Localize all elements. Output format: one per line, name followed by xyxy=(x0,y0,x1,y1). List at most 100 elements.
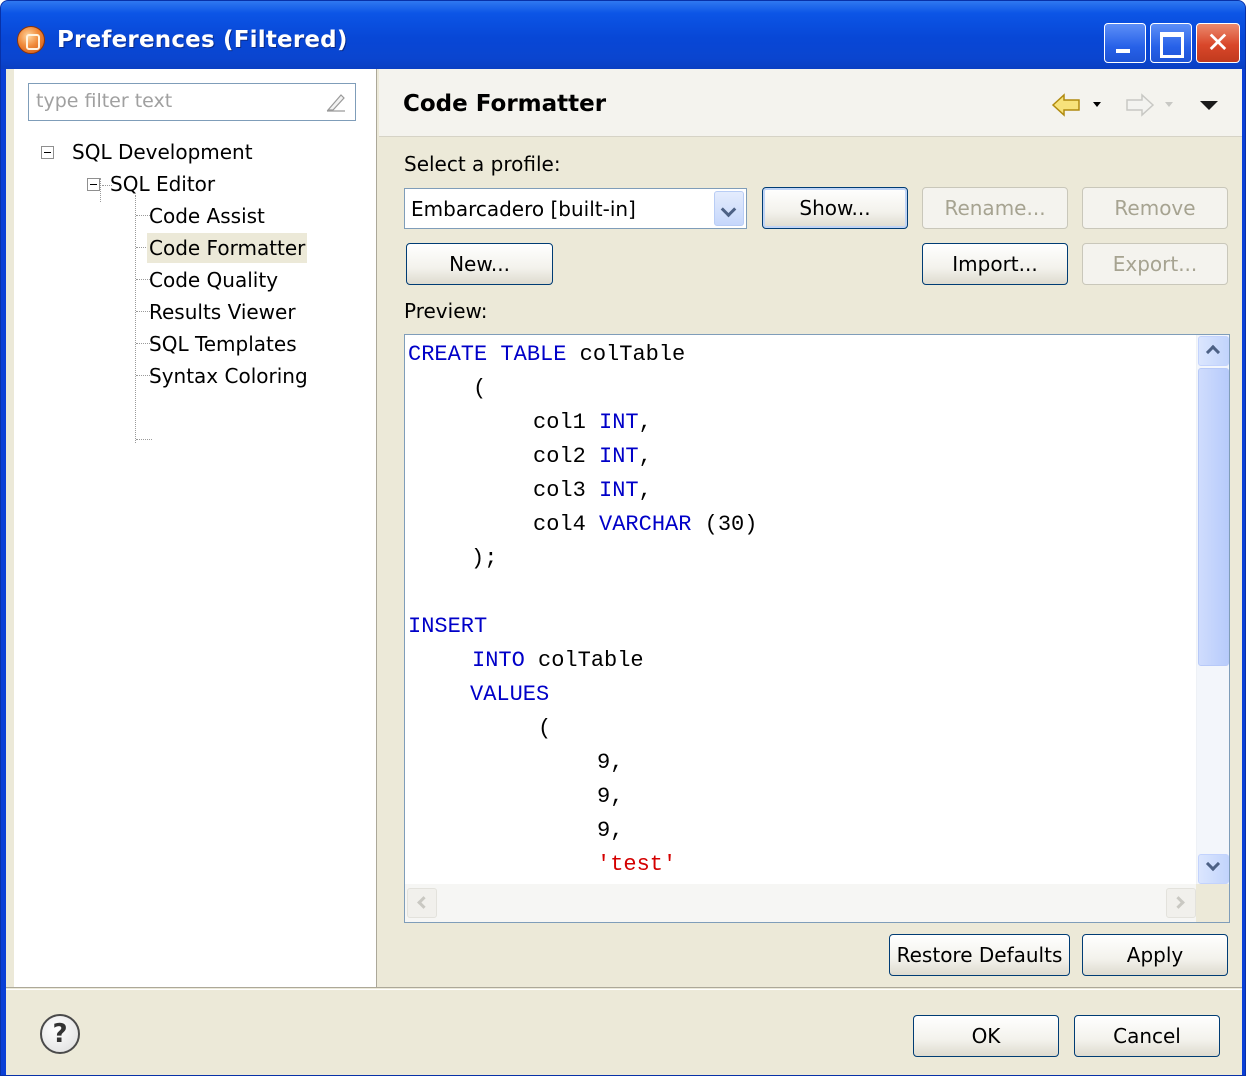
sql-text: ( xyxy=(538,716,552,741)
rename-button[interactable]: Rename... xyxy=(922,187,1068,229)
preview-pane[interactable]: CREATE TABLE colTable(col1 INT, col2 INT,… xyxy=(404,334,1230,923)
view-menu-icon xyxy=(1200,101,1218,110)
sql-text: col3 xyxy=(533,478,600,503)
sql-text: , xyxy=(638,478,652,503)
tree-item-sql-templates[interactable]: SQL Templates xyxy=(147,329,299,359)
page-header: Code Formatter xyxy=(379,69,1242,137)
sql-keyword: INSERT xyxy=(408,614,488,639)
collapse-toggle-icon[interactable] xyxy=(41,146,54,159)
restore-defaults-button[interactable]: Restore Defaults xyxy=(889,934,1070,976)
code-line: 9, xyxy=(597,747,623,779)
sql-text: 9, xyxy=(597,784,624,809)
back-button[interactable] xyxy=(1051,91,1107,119)
filter-input[interactable] xyxy=(29,84,319,118)
remove-button[interactable]: Remove xyxy=(1082,187,1228,229)
code-line: INSERT xyxy=(408,611,487,643)
tree-item-code-quality[interactable]: Code Quality xyxy=(147,265,280,295)
apply-button[interactable]: Apply xyxy=(1082,934,1228,976)
title-bar[interactable]: Preferences (Filtered) ✕ xyxy=(1,1,1245,69)
minimize-button[interactable] xyxy=(1104,23,1146,63)
sql-text: col1 xyxy=(533,410,600,435)
sql-text: 9, xyxy=(597,818,624,843)
dialog-client-area: SQL Development SQL Editor Code Assist C… xyxy=(6,69,1242,1075)
horizontal-scrollbar[interactable] xyxy=(405,884,1198,922)
view-menu-button[interactable] xyxy=(1197,91,1221,119)
sql-keyword: INT xyxy=(599,444,639,469)
help-icon[interactable]: ? xyxy=(40,1014,80,1054)
code-line: 'test' xyxy=(597,849,676,881)
code-line: col2 INT, xyxy=(533,441,652,473)
preference-page: Code Formatter Select a profile: Embarca… xyxy=(379,69,1242,987)
new-button[interactable]: New... xyxy=(406,243,553,285)
profile-select-value: Embarcadero [built-in] xyxy=(411,197,636,221)
sql-text: , xyxy=(638,444,652,469)
preference-tree-pane: SQL Development SQL Editor Code Assist C… xyxy=(14,69,376,987)
sql-text: colTable xyxy=(566,342,686,367)
chevron-up-icon xyxy=(1205,344,1221,360)
sql-text: ( xyxy=(473,376,487,401)
tree-item-syntax-coloring[interactable]: Syntax Coloring xyxy=(147,361,310,391)
app-icon xyxy=(17,26,45,54)
code-line: INTO colTable xyxy=(472,645,644,677)
window-title: Preferences (Filtered) xyxy=(57,27,348,53)
cancel-button[interactable]: Cancel xyxy=(1074,1015,1220,1057)
preferences-window: Preferences (Filtered) ✕ type filter tex… xyxy=(0,0,1246,1076)
sql-keyword: CREATE TABLE xyxy=(408,342,567,367)
import-button[interactable]: Import... xyxy=(922,243,1068,285)
ok-button[interactable]: OK xyxy=(913,1015,1059,1057)
preview-label: Preview: xyxy=(404,299,488,323)
chevron-right-icon xyxy=(1172,896,1185,909)
code-line: 9, xyxy=(597,815,623,847)
close-icon: ✕ xyxy=(1206,26,1230,59)
tree-item-sql-editor[interactable]: SQL Editor xyxy=(110,169,215,199)
sql-text: , xyxy=(638,410,652,435)
footer-separator xyxy=(6,987,1242,990)
code-line: ( xyxy=(473,373,486,405)
scroll-right-button[interactable] xyxy=(1166,888,1196,918)
scroll-thumb[interactable] xyxy=(1198,368,1229,666)
back-arrow-icon xyxy=(1051,93,1080,117)
chevron-down-icon xyxy=(1205,856,1221,872)
sql-text: col4 xyxy=(533,512,600,537)
forward-arrow-icon xyxy=(1126,93,1155,117)
code-line: col4 VARCHAR (30) xyxy=(533,509,757,541)
sql-keyword: VARCHAR xyxy=(599,512,692,537)
sql-text: col2 xyxy=(533,444,600,469)
filter-field[interactable] xyxy=(28,83,356,121)
scroll-up-button[interactable] xyxy=(1198,336,1229,366)
code-line: col1 INT, xyxy=(533,407,652,439)
forward-button xyxy=(1123,91,1179,119)
tree-item-code-formatter[interactable]: Code Formatter xyxy=(147,233,308,263)
sql-text: ); xyxy=(471,546,498,571)
tree-item-sql-development[interactable]: SQL Development xyxy=(72,137,253,167)
chevron-down-icon[interactable] xyxy=(714,191,744,226)
export-button[interactable]: Export... xyxy=(1082,243,1228,285)
chevron-left-icon xyxy=(417,896,430,909)
sql-keyword: INT xyxy=(599,478,639,503)
collapse-toggle-icon[interactable] xyxy=(87,178,100,191)
sql-text: (30) xyxy=(691,512,758,537)
page-title: Code Formatter xyxy=(403,91,607,117)
maximize-button[interactable] xyxy=(1150,23,1192,63)
scroll-left-button[interactable] xyxy=(407,888,437,918)
code-line: ( xyxy=(538,713,551,745)
code-line: 9, xyxy=(597,781,623,813)
tree-item-results-viewer[interactable]: Results Viewer xyxy=(147,297,298,327)
code-line: VALUES xyxy=(470,679,549,711)
sql-text: colTable xyxy=(524,648,644,673)
scroll-down-button[interactable] xyxy=(1198,854,1229,884)
close-button[interactable]: ✕ xyxy=(1196,23,1240,63)
code-line: col3 INT, xyxy=(533,475,652,507)
profile-select[interactable]: Embarcadero [built-in] xyxy=(404,188,747,229)
profile-label: Select a profile: xyxy=(404,152,561,176)
sql-keyword: INT xyxy=(599,410,639,435)
sql-text: 9, xyxy=(597,750,624,775)
sql-keyword: INTO xyxy=(472,648,525,673)
tree-item-code-assist[interactable]: Code Assist xyxy=(147,201,267,231)
code-line: ); xyxy=(471,543,497,575)
sql-string: 'test' xyxy=(597,852,677,877)
clear-filter-icon[interactable] xyxy=(325,91,347,113)
sql-keyword: VALUES xyxy=(470,682,550,707)
vertical-scrollbar[interactable] xyxy=(1196,335,1229,885)
show-button[interactable]: Show... xyxy=(762,187,908,229)
